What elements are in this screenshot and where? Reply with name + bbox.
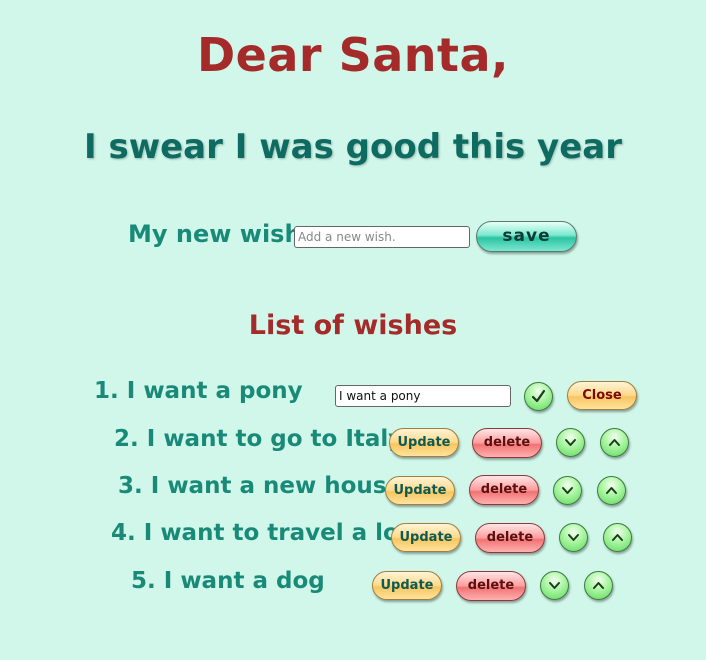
move-down-button[interactable] <box>553 476 582 505</box>
delete-button[interactable]: delete <box>469 475 539 505</box>
move-up-button[interactable] <box>600 428 629 457</box>
delete-button[interactable]: delete <box>456 571 526 601</box>
chevron-up-icon <box>609 439 620 446</box>
page-subtitle: I swear I was good this year <box>83 127 622 167</box>
new-wish-input[interactable] <box>294 226 470 248</box>
update-button[interactable]: Update <box>385 476 455 505</box>
new-wish-label: My new wish: <box>128 220 312 248</box>
update-button[interactable]: Update <box>391 523 461 552</box>
chevron-down-icon <box>568 534 579 541</box>
chevron-up-icon <box>612 534 623 541</box>
check-icon <box>531 389 546 403</box>
wish-item-text: 2. I want to go to Italy <box>114 426 404 452</box>
chevron-down-icon <box>549 582 560 589</box>
wish-item-text: 1. I want a pony <box>94 378 303 404</box>
move-up-button[interactable] <box>603 523 632 552</box>
list-title: List of wishes <box>248 310 458 341</box>
edit-wish-input[interactable] <box>335 385 511 407</box>
delete-button[interactable]: delete <box>472 428 542 458</box>
save-button[interactable]: save <box>476 221 577 252</box>
update-button[interactable]: Update <box>389 428 459 457</box>
wish-item-text: 5. I want a dog <box>131 568 325 594</box>
move-down-button[interactable] <box>559 523 588 552</box>
wish-item-text: 4. I want to travel a lot <box>111 520 410 546</box>
page-title: Dear Santa, <box>196 28 510 82</box>
chevron-down-icon <box>562 487 573 494</box>
wish-item-text: 3. I want a new house <box>118 473 403 499</box>
move-up-button[interactable] <box>584 571 613 600</box>
chevron-up-icon <box>593 582 604 589</box>
chevron-up-icon <box>606 487 617 494</box>
delete-button[interactable]: delete <box>475 523 545 553</box>
confirm-button[interactable] <box>524 382 553 411</box>
chevron-down-icon <box>565 439 576 446</box>
move-up-button[interactable] <box>597 476 626 505</box>
update-button[interactable]: Update <box>372 571 442 600</box>
move-down-button[interactable] <box>556 428 585 457</box>
move-down-button[interactable] <box>540 571 569 600</box>
close-button[interactable]: Close <box>567 381 637 410</box>
